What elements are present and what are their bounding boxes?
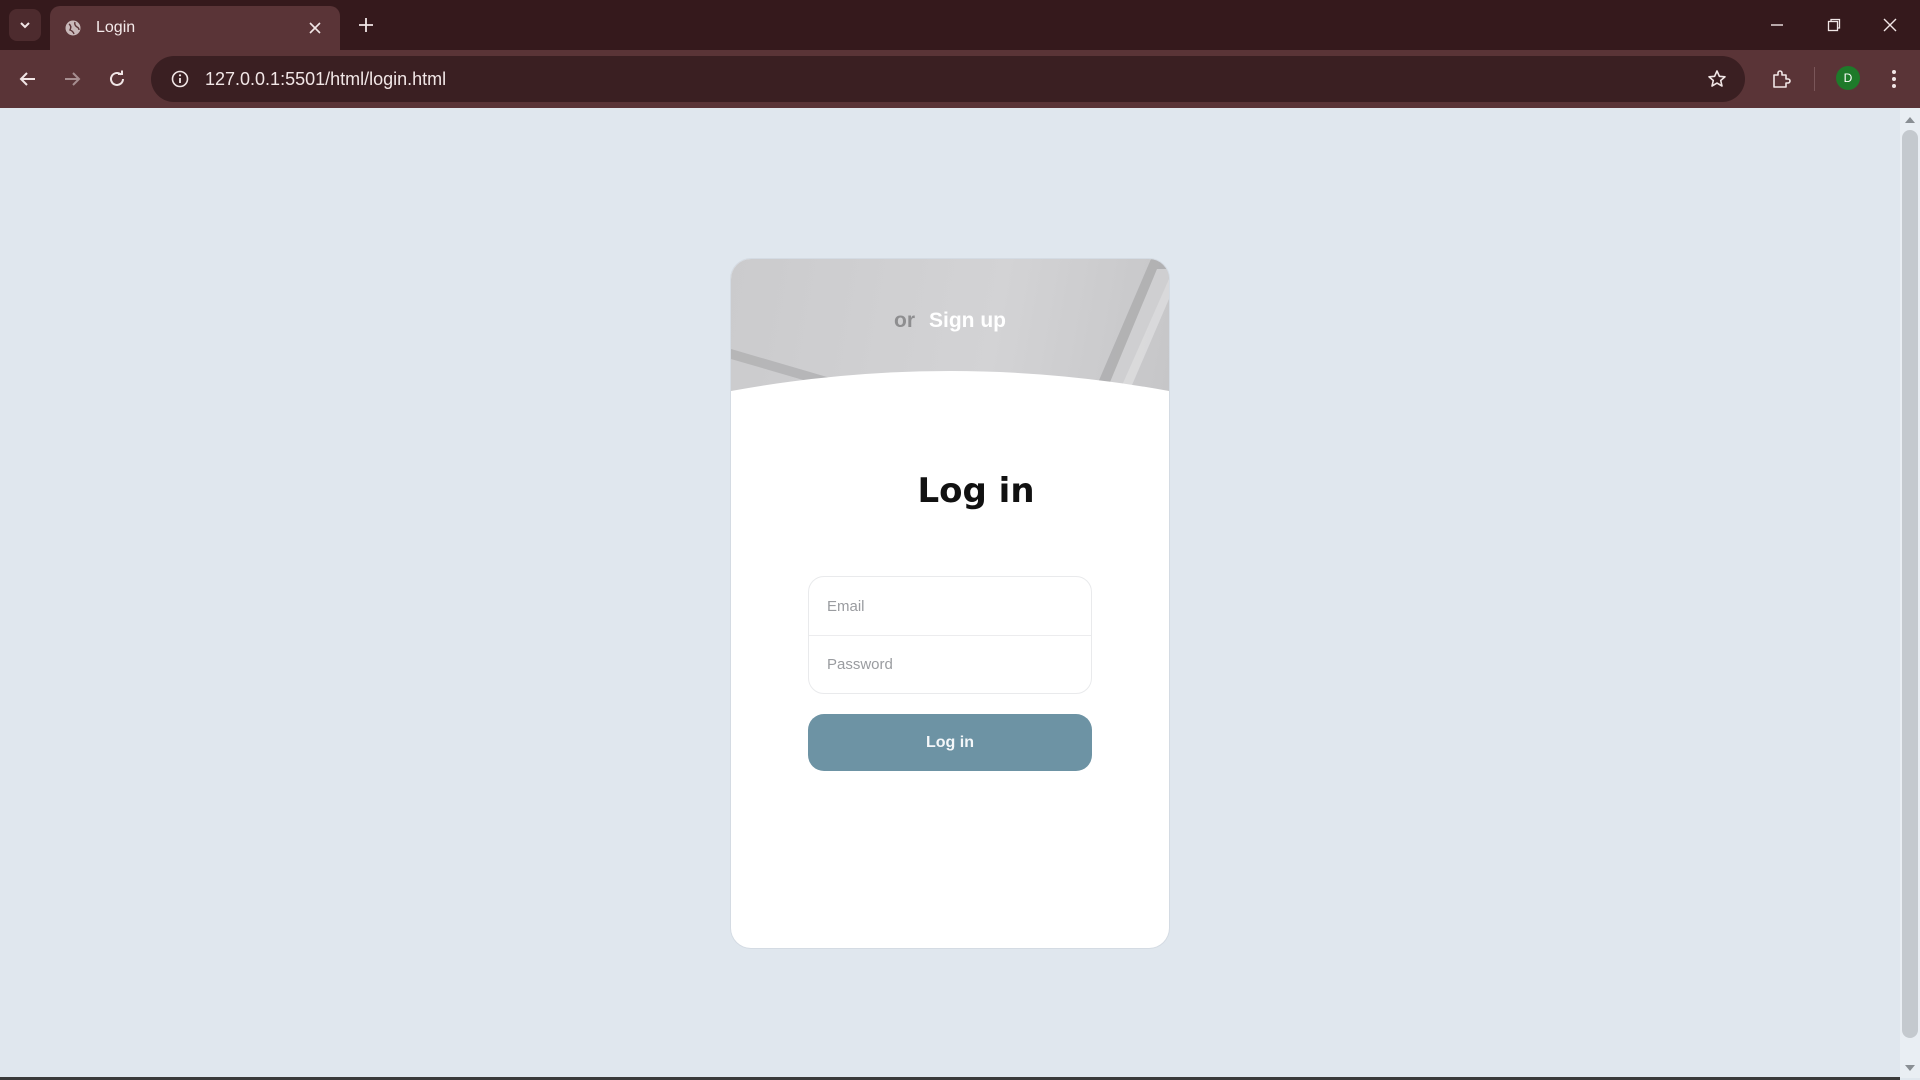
bookmark-button[interactable]	[1699, 61, 1735, 97]
toolbar-separator	[1814, 67, 1815, 91]
back-button[interactable]	[12, 63, 44, 95]
reload-icon	[110, 70, 124, 86]
forward-arrow-icon	[65, 72, 81, 86]
minimize-button[interactable]	[1761, 9, 1793, 41]
chevron-down-icon	[20, 22, 30, 29]
email-input[interactable]	[827, 597, 1091, 615]
page-title: Log in	[917, 471, 1035, 511]
password-input[interactable]	[827, 656, 1091, 673]
globe-icon	[65, 20, 81, 36]
extensions-button[interactable]	[1765, 63, 1797, 95]
profile-avatar[interactable]: D	[1836, 66, 1860, 90]
login-button[interactable]: Log in	[808, 714, 1092, 771]
browser-toolbar: 127.0.0.1:5501/html/login.html	[0, 50, 1920, 108]
tab-search-button[interactable]	[9, 9, 41, 41]
browser-tab-bar: Login	[0, 0, 1920, 50]
header-curve	[731, 371, 1169, 399]
reload-button[interactable]	[101, 63, 133, 95]
plus-icon	[359, 18, 373, 32]
scroll-down-arrow[interactable]	[1903, 1062, 1917, 1074]
window-close-button[interactable]	[1874, 9, 1906, 41]
extensions-icon	[1773, 70, 1791, 88]
minimize-icon	[1771, 24, 1783, 26]
site-info-button[interactable]	[159, 70, 201, 88]
restore-button[interactable]	[1818, 9, 1850, 41]
url-text: 127.0.0.1:5501/html/login.html	[205, 68, 447, 89]
kebab-menu-icon	[1892, 70, 1896, 88]
credentials-group	[808, 576, 1092, 694]
header-links: or Sign up	[731, 309, 1169, 333]
window-close-icon	[1883, 18, 1897, 32]
restore-icon	[1827, 18, 1841, 32]
login-card: or Sign up Log in Log in	[731, 259, 1169, 948]
address-bar[interactable]: 127.0.0.1:5501/html/login.html	[151, 56, 1745, 102]
info-icon	[171, 70, 189, 88]
back-arrow-icon	[19, 72, 35, 86]
scrollbar-thumb[interactable]	[1902, 130, 1918, 1038]
tab-close-button[interactable]	[304, 17, 326, 39]
scroll-up-arrow[interactable]	[1903, 114, 1917, 126]
email-field[interactable]	[809, 577, 1091, 635]
forward-button[interactable]	[56, 63, 88, 95]
tab-title: Login	[96, 19, 136, 36]
browser-tab[interactable]: Login	[50, 6, 340, 50]
signup-link[interactable]: Sign up	[929, 309, 1006, 332]
or-label: or	[894, 309, 915, 332]
close-icon	[309, 22, 321, 34]
caret-up-icon	[1905, 117, 1915, 123]
caret-down-icon	[1905, 1065, 1915, 1071]
card-header: or Sign up	[731, 259, 1169, 399]
browser-menu-button[interactable]	[1878, 63, 1910, 95]
password-field[interactable]	[809, 635, 1091, 693]
star-icon	[1708, 70, 1726, 87]
new-tab-button[interactable]	[352, 11, 380, 39]
